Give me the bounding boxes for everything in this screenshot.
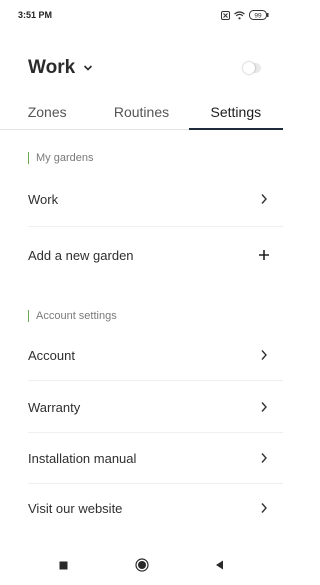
status-icons: 99 [221, 10, 269, 20]
row-label: Work [28, 191, 59, 207]
chevron-right-icon [257, 400, 271, 414]
tab-bar: Zones Routines Settings [0, 96, 284, 130]
chevron-right-icon [257, 348, 271, 362]
chevron-right-icon [257, 501, 271, 515]
tab-zones[interactable]: Zones [0, 96, 94, 129]
garden-toggle[interactable] [243, 62, 261, 74]
garden-selector[interactable]: Work [28, 57, 93, 79]
section-title: Account settings [36, 310, 117, 322]
divider [28, 226, 283, 227]
chevron-right-icon [257, 192, 271, 206]
circle-icon [134, 558, 149, 572]
section-title: My gardens [36, 152, 94, 164]
settings-item-account[interactable]: Account [28, 330, 271, 380]
row-label: Visit our website [28, 500, 123, 516]
row-label: Account [28, 347, 75, 363]
battery-level: 99 [254, 13, 262, 20]
status-time: 3:51 PM [18, 10, 53, 20]
garden-item-work[interactable]: Work [28, 174, 271, 224]
chevron-right-icon [257, 451, 271, 465]
section-account-settings: Account settings [28, 310, 117, 322]
toggle-knob [243, 62, 255, 74]
settings-item-visit-website[interactable]: Visit our website [28, 483, 271, 533]
back-button[interactable] [211, 556, 229, 574]
square-icon [59, 561, 68, 569]
row-label: Add a new garden [28, 247, 134, 263]
divider [28, 380, 283, 381]
chevron-down-icon [83, 59, 93, 77]
section-my-gardens: My gardens [28, 152, 93, 164]
app-header: Work [0, 50, 283, 86]
add-garden-button[interactable]: Add a new garden [28, 230, 271, 280]
tab-settings[interactable]: Settings [188, 96, 284, 130]
triangle-back-icon [216, 560, 223, 570]
plus-icon [257, 248, 271, 262]
status-bar: 3:51 PM 99 [0, 0, 283, 30]
row-label: Installation manual [28, 450, 137, 466]
notification-icon [221, 10, 230, 20]
section-accent-bar [28, 310, 29, 322]
home-button[interactable] [133, 556, 151, 574]
tab-routines[interactable]: Routines [94, 96, 188, 129]
settings-item-warranty[interactable]: Warranty [28, 382, 271, 432]
recents-button[interactable] [55, 556, 73, 574]
system-nav-bar [0, 545, 283, 585]
wifi-icon [234, 10, 245, 20]
row-label: Warranty [28, 399, 81, 415]
battery-icon: 99 [249, 10, 269, 20]
garden-title: Work [28, 57, 76, 78]
section-accent-bar [28, 152, 29, 164]
settings-item-installation-manual[interactable]: Installation manual [28, 433, 271, 483]
